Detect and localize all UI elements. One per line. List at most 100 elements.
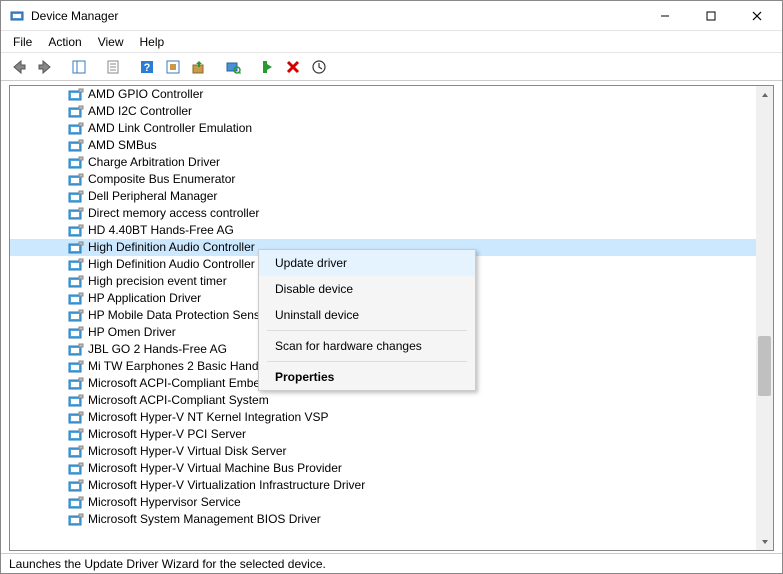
window-title: Device Manager — [31, 9, 642, 23]
device-item[interactable]: Charge Arbitration Driver — [10, 154, 773, 171]
device-item[interactable]: Microsoft Hyper-V Virtual Disk Server — [10, 443, 773, 460]
device-label: Microsoft Hypervisor Service — [88, 494, 241, 511]
menu-action[interactable]: Action — [40, 33, 89, 51]
app-icon — [9, 8, 25, 24]
device-icon — [68, 359, 84, 375]
device-icon — [68, 206, 84, 222]
properties-button[interactable] — [101, 56, 125, 78]
device-label: Composite Bus Enumerator — [88, 171, 235, 188]
device-item[interactable]: AMD I2C Controller — [10, 103, 773, 120]
device-item[interactable]: Microsoft ACPI-Compliant System — [10, 392, 773, 409]
device-icon — [68, 257, 84, 273]
device-icon — [68, 104, 84, 120]
device-item[interactable]: Composite Bus Enumerator — [10, 171, 773, 188]
menu-view[interactable]: View — [90, 33, 132, 51]
device-item[interactable]: Direct memory access controller — [10, 205, 773, 222]
window-controls — [642, 1, 780, 30]
device-item[interactable]: Microsoft System Management BIOS Driver — [10, 511, 773, 528]
device-item[interactable]: HD 4.40BT Hands-Free AG — [10, 222, 773, 239]
svg-text:?: ? — [144, 62, 151, 74]
back-button[interactable] — [7, 56, 31, 78]
action-button[interactable] — [161, 56, 185, 78]
device-label: Charge Arbitration Driver — [88, 154, 220, 171]
device-item[interactable]: AMD SMBus — [10, 137, 773, 154]
device-icon — [68, 478, 84, 494]
device-icon — [68, 427, 84, 443]
device-item[interactable]: Microsoft Hyper-V Virtualization Infrast… — [10, 477, 773, 494]
context-menu: Update driver Disable device Uninstall d… — [258, 249, 476, 391]
menu-help[interactable]: Help — [132, 33, 173, 51]
device-item[interactable]: AMD Link Controller Emulation — [10, 120, 773, 137]
device-label: Dell Peripheral Manager — [88, 188, 217, 205]
device-item[interactable]: Microsoft Hypervisor Service — [10, 494, 773, 511]
toolbar: ? — [1, 53, 782, 81]
device-label: HP Mobile Data Protection Sensor — [88, 307, 271, 324]
device-icon — [68, 444, 84, 460]
device-icon — [68, 121, 84, 137]
device-label: AMD Link Controller Emulation — [88, 120, 252, 137]
menubar: File Action View Help — [1, 31, 782, 53]
device-label: HD 4.40BT Hands-Free AG — [88, 222, 234, 239]
help-button[interactable]: ? — [135, 56, 159, 78]
enable-device-button[interactable] — [255, 56, 279, 78]
device-icon — [68, 172, 84, 188]
device-item[interactable]: AMD GPIO Controller — [10, 86, 773, 103]
device-item[interactable]: Microsoft Hyper-V Virtual Machine Bus Pr… — [10, 460, 773, 477]
device-icon — [68, 461, 84, 477]
device-label: JBL GO 2 Hands-Free AG — [88, 341, 227, 358]
add-legacy-hardware-button[interactable] — [307, 56, 331, 78]
device-icon — [68, 138, 84, 154]
ctx-uninstall-device[interactable]: Uninstall device — [259, 302, 475, 328]
device-icon — [68, 325, 84, 341]
device-icon — [68, 512, 84, 528]
content-area: AMD GPIO ControllerAMD I2C ControllerAMD… — [1, 81, 782, 553]
device-label: Microsoft Hyper-V NT Kernel Integration … — [88, 409, 329, 426]
device-icon — [68, 376, 84, 392]
device-icon — [68, 223, 84, 239]
ctx-update-driver[interactable]: Update driver — [259, 250, 475, 276]
menu-file[interactable]: File — [5, 33, 40, 51]
scroll-down-arrow[interactable] — [756, 533, 773, 550]
update-driver-button[interactable] — [187, 56, 211, 78]
status-text: Launches the Update Driver Wizard for th… — [9, 557, 326, 571]
device-icon — [68, 274, 84, 290]
device-icon — [68, 291, 84, 307]
minimize-button[interactable] — [642, 1, 688, 30]
uninstall-device-button[interactable] — [281, 56, 305, 78]
scroll-up-arrow[interactable] — [756, 86, 773, 103]
ctx-disable-device[interactable]: Disable device — [259, 276, 475, 302]
device-label: High Definition Audio Controller — [88, 239, 255, 256]
device-item[interactable]: Dell Peripheral Manager — [10, 188, 773, 205]
ctx-separator — [267, 330, 467, 331]
device-icon — [68, 189, 84, 205]
device-label: Microsoft Hyper-V PCI Server — [88, 426, 246, 443]
device-tree[interactable]: AMD GPIO ControllerAMD I2C ControllerAMD… — [9, 85, 774, 551]
device-label: Microsoft Hyper-V Virtual Disk Server — [88, 443, 287, 460]
scan-hardware-button[interactable] — [221, 56, 245, 78]
device-label: Microsoft Hyper-V Virtual Machine Bus Pr… — [88, 460, 342, 477]
device-icon — [68, 495, 84, 511]
titlebar: Device Manager — [1, 1, 782, 31]
statusbar: Launches the Update Driver Wizard for th… — [1, 553, 782, 573]
forward-button[interactable] — [33, 56, 57, 78]
close-button[interactable] — [734, 1, 780, 30]
device-icon — [68, 410, 84, 426]
device-label: Microsoft ACPI-Compliant System — [88, 392, 269, 409]
device-icon — [68, 308, 84, 324]
scroll-thumb[interactable] — [758, 336, 771, 396]
device-item[interactable]: Microsoft Hyper-V NT Kernel Integration … — [10, 409, 773, 426]
device-item[interactable]: Microsoft Hyper-V PCI Server — [10, 426, 773, 443]
scrollbar[interactable] — [756, 86, 773, 550]
device-label: HP Omen Driver — [88, 324, 176, 341]
device-label: AMD I2C Controller — [88, 103, 192, 120]
maximize-button[interactable] — [688, 1, 734, 30]
device-icon — [68, 155, 84, 171]
ctx-properties[interactable]: Properties — [259, 364, 475, 390]
device-label: Direct memory access controller — [88, 205, 259, 222]
device-label: High precision event timer — [88, 273, 227, 290]
device-label: AMD SMBus — [88, 137, 157, 154]
ctx-scan-hardware[interactable]: Scan for hardware changes — [259, 333, 475, 359]
device-label: AMD GPIO Controller — [88, 86, 203, 103]
show-console-tree-button[interactable] — [67, 56, 91, 78]
device-label: Microsoft System Management BIOS Driver — [88, 511, 321, 528]
